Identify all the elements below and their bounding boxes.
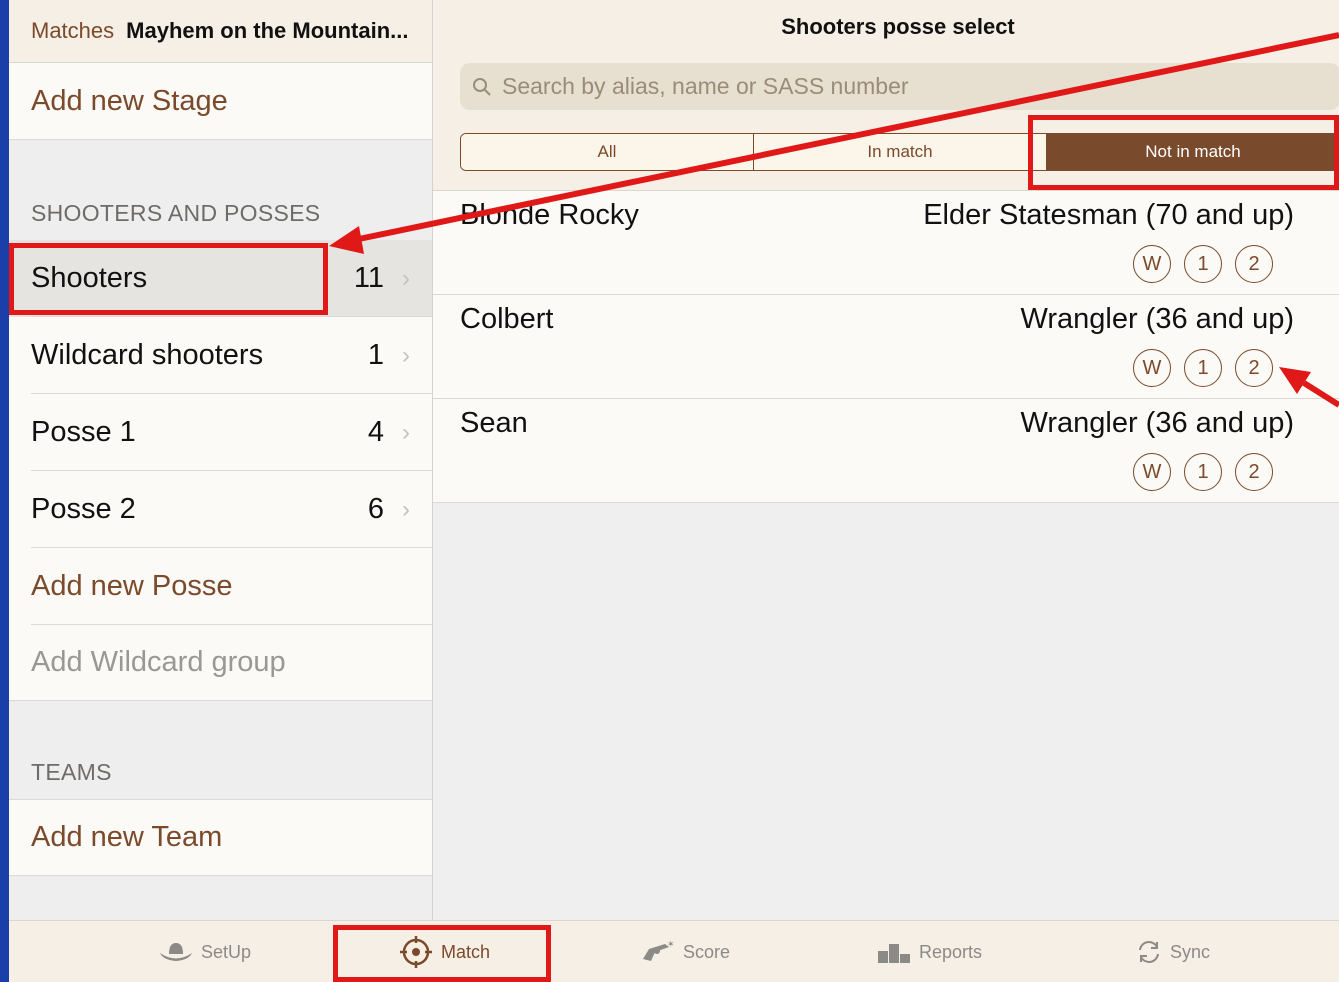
tab-label: Score <box>683 941 731 962</box>
search-input[interactable] <box>500 72 1324 101</box>
sidebar-item-label: Posse 1 <box>31 416 136 448</box>
tab-label: Sync <box>1170 941 1211 962</box>
add-team-label: Add new Team <box>31 821 223 853</box>
sidebar-item-label: Wildcard shooters <box>31 339 264 371</box>
add-wildcard-label: Add Wildcard group <box>31 646 286 678</box>
sidebar-item-posse-1[interactable]: Posse 1 4 › <box>9 394 432 471</box>
chevron-right-icon: › <box>402 341 410 369</box>
posse-chips: W 1 2 <box>1133 453 1273 491</box>
posse-chip-1[interactable]: 1 <box>1184 245 1222 283</box>
tab-sync[interactable]: Sync <box>1136 921 1210 982</box>
tab-match[interactable]: Match <box>399 921 490 982</box>
shooter-name: Colbert <box>460 303 554 335</box>
sidebar-item-label: Shooters <box>31 262 148 294</box>
shooter-list: Blonde Rocky Elder Statesman (70 and up)… <box>433 191 1339 503</box>
sidebar-header: Matches Mayhem on the Mountain... <box>9 0 432 63</box>
sidebar-item-wildcard-shooters[interactable]: Wildcard shooters 1 › <box>9 317 432 394</box>
sidebar-item-count: 4 <box>367 416 384 448</box>
shooters-posse-select-panel: Shooters posse select All In match Not i… <box>433 0 1339 920</box>
posse-chip-2[interactable]: 2 <box>1235 245 1273 283</box>
add-team-button[interactable]: Add new Team <box>9 799 432 876</box>
tab-score[interactable]: ✶ Score <box>639 921 730 982</box>
segment-all[interactable]: All <box>461 134 754 170</box>
sidebar-item-shooters[interactable]: Shooters 11 › <box>9 240 432 317</box>
match-title: Mayhem on the Mountain... <box>126 18 409 43</box>
add-stage-button[interactable]: Add new Stage <box>9 63 432 140</box>
section-header-teams: TEAMS <box>31 759 112 785</box>
chevron-right-icon: › <box>402 264 410 292</box>
posse-chip-1[interactable]: 1 <box>1184 349 1222 387</box>
shooter-category: Elder Statesman (70 and up) <box>923 199 1294 231</box>
left-sidebar: Matches Mayhem on the Mountain... Add ne… <box>9 0 433 920</box>
shooter-category: Wrangler (36 and up) <box>1020 407 1294 439</box>
add-posse-button[interactable]: Add new Posse <box>9 548 432 625</box>
search-icon <box>473 77 491 96</box>
posse-chips: W 1 2 <box>1133 245 1273 283</box>
posse-chip-wildcard[interactable]: W <box>1133 453 1171 491</box>
tab-label: Match <box>441 941 491 962</box>
tab-label: SetUp <box>201 941 252 962</box>
shooter-name: Blonde Rocky <box>460 199 639 231</box>
target-icon <box>400 936 432 968</box>
app-frame: Matches Mayhem on the Mountain... Add ne… <box>9 0 1339 982</box>
segment-not-in-match[interactable]: Not in match <box>1047 134 1339 170</box>
shooter-name: Sean <box>460 407 528 439</box>
sidebar-item-posse-2[interactable]: Posse 2 6 › <box>9 471 432 548</box>
tab-bar: SetUp Match ✶ Score Reports Sync <box>9 920 1339 982</box>
tab-label: Reports <box>919 941 983 962</box>
sidebar-item-label: Posse 2 <box>31 493 136 525</box>
tab-setup[interactable]: SetUp <box>159 921 251 982</box>
matches-back-link[interactable]: Matches <box>31 18 114 44</box>
list-item[interactable]: Sean Wrangler (36 and up) W 1 2 <box>433 399 1339 503</box>
posse-chip-wildcard[interactable]: W <box>1133 245 1171 283</box>
shooter-category: Wrangler (36 and up) <box>1020 303 1294 335</box>
posse-chip-wildcard[interactable]: W <box>1133 349 1171 387</box>
podium-icon <box>878 944 910 963</box>
cowboy-hat-icon <box>160 943 192 961</box>
sidebar-item-count: 1 <box>367 339 384 371</box>
sync-icon <box>1139 941 1159 963</box>
chevron-right-icon: › <box>402 495 410 523</box>
sidebar-item-count: 11 <box>353 262 384 294</box>
list-item[interactable]: Blonde Rocky Elder Statesman (70 and up)… <box>433 191 1339 295</box>
add-wildcard-group-button[interactable]: Add Wildcard group <box>9 625 432 701</box>
revolver-icon: ✶ <box>643 939 675 961</box>
page-title: Shooters posse select <box>781 14 1015 39</box>
posse-chips: W 1 2 <box>1133 349 1273 387</box>
sidebar-item-count: 6 <box>367 493 384 525</box>
add-stage-label: Add new Stage <box>31 84 228 117</box>
filter-segmented-control: All In match Not in match <box>460 133 1339 171</box>
section-header-shooters: SHOOTERS AND POSSES <box>31 200 321 226</box>
search-bar[interactable] <box>460 63 1339 110</box>
tab-reports[interactable]: Reports <box>877 921 982 982</box>
posse-chip-1[interactable]: 1 <box>1184 453 1222 491</box>
posse-chip-2[interactable]: 2 <box>1235 349 1273 387</box>
list-item[interactable]: Colbert Wrangler (36 and up) W 1 2 <box>433 295 1339 399</box>
chevron-right-icon: › <box>402 418 410 446</box>
segment-in-match[interactable]: In match <box>754 134 1047 170</box>
panel-header: Shooters posse select All In match Not i… <box>433 0 1339 191</box>
svg-text:✶: ✶ <box>667 939 675 949</box>
posse-chip-2[interactable]: 2 <box>1235 453 1273 491</box>
add-posse-label: Add new Posse <box>31 570 233 602</box>
